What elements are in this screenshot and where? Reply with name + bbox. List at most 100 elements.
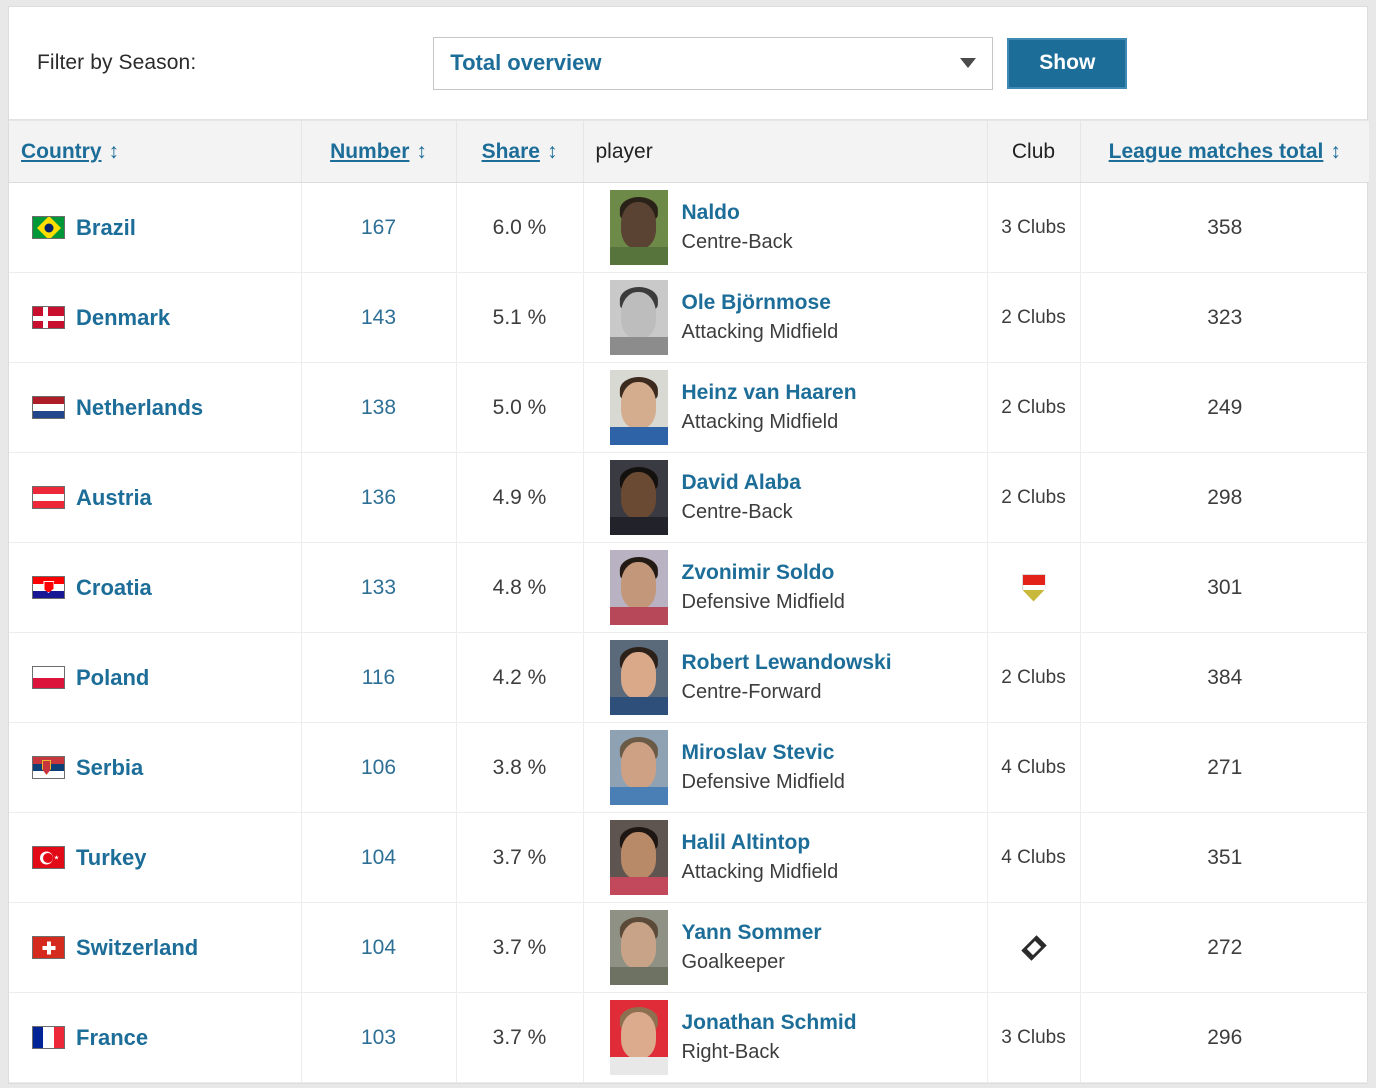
country-name-link[interactable]: Brazil bbox=[76, 215, 136, 241]
cell-number[interactable]: 116 bbox=[301, 633, 456, 723]
cell-country: Turkey bbox=[9, 813, 301, 903]
sort-updown-icon[interactable]: ↕ bbox=[547, 140, 558, 164]
table-row: Denmark 143 5.1 % Ole Björnmose Attackin… bbox=[9, 273, 1369, 363]
cell-number[interactable]: 138 bbox=[301, 363, 456, 453]
cell-share: 4.8 % bbox=[456, 543, 583, 633]
cell-share: 3.7 % bbox=[456, 903, 583, 993]
country-name-link[interactable]: Poland bbox=[76, 665, 149, 691]
column-header-matches[interactable]: League matches total ↕ bbox=[1080, 121, 1369, 183]
player-position-label: Attacking Midfield bbox=[682, 409, 857, 436]
column-header-player-label: player bbox=[596, 140, 653, 163]
column-header-country-label[interactable]: Country bbox=[21, 140, 102, 163]
photo-halil-altintop bbox=[610, 820, 668, 895]
player-name-link[interactable]: Halil Altintop bbox=[682, 829, 839, 857]
country-name-link[interactable]: Austria bbox=[76, 485, 152, 511]
cell-league-matches-total: 272 bbox=[1080, 903, 1369, 993]
column-header-matches-label[interactable]: League matches total bbox=[1109, 140, 1324, 163]
club-crest-cell[interactable] bbox=[1000, 903, 1068, 992]
column-header-club: Club bbox=[987, 121, 1080, 183]
player-name-link[interactable]: Heinz van Haaren bbox=[682, 379, 857, 407]
player-position-label: Attacking Midfield bbox=[682, 859, 839, 886]
filter-label: Filter by Season: bbox=[37, 51, 196, 75]
column-header-number[interactable]: Number ↕ bbox=[301, 121, 456, 183]
flag-turkey-icon bbox=[32, 846, 65, 869]
cell-number[interactable]: 103 bbox=[301, 993, 456, 1083]
table-row: Brazil 167 6.0 % Naldo Centre-Back 3 Clu… bbox=[9, 183, 1369, 273]
cell-club: 4 Clubs bbox=[987, 723, 1080, 813]
cell-number[interactable]: 167 bbox=[301, 183, 456, 273]
country-name-link[interactable]: Switzerland bbox=[76, 935, 198, 961]
cell-player: Jonathan Schmid Right-Back bbox=[583, 993, 987, 1083]
cell-player: Miroslav Stevic Defensive Midfield bbox=[583, 723, 987, 813]
player-name-link[interactable]: Ole Björnmose bbox=[682, 289, 839, 317]
borussia-moenchengladbach-crest-icon[interactable] bbox=[1021, 935, 1046, 960]
cell-number[interactable]: 136 bbox=[301, 453, 456, 543]
club-crest-cell[interactable] bbox=[1000, 543, 1068, 632]
country-name-link[interactable]: France bbox=[76, 1025, 148, 1051]
cell-country: Austria bbox=[9, 453, 301, 543]
player-name-link[interactable]: Zvonimir Soldo bbox=[682, 559, 845, 587]
country-name-link[interactable]: Croatia bbox=[76, 575, 152, 601]
cell-share: 3.8 % bbox=[456, 723, 583, 813]
filter-bar: Filter by Season: Total overview Show bbox=[9, 7, 1367, 120]
photo-zvonimir-soldo bbox=[610, 550, 668, 625]
club-count-label: 4 Clubs bbox=[1001, 757, 1065, 778]
player-position-label: Goalkeeper bbox=[682, 949, 822, 976]
cell-club: 2 Clubs bbox=[987, 453, 1080, 543]
cell-country: Netherlands bbox=[9, 363, 301, 453]
cell-share: 5.1 % bbox=[456, 273, 583, 363]
season-select[interactable]: Total overview bbox=[433, 37, 993, 90]
cell-country: Croatia bbox=[9, 543, 301, 633]
player-position-label: Centre-Forward bbox=[682, 679, 892, 706]
player-name-link[interactable]: Naldo bbox=[682, 199, 793, 227]
column-header-number-label[interactable]: Number bbox=[330, 140, 409, 163]
cell-number[interactable]: 143 bbox=[301, 273, 456, 363]
cell-player: David Alaba Centre-Back bbox=[583, 453, 987, 543]
player-name-link[interactable]: Robert Lewandowski bbox=[682, 649, 892, 677]
cell-share: 4.9 % bbox=[456, 453, 583, 543]
cell-country: Poland bbox=[9, 633, 301, 723]
vfb-stuttgart-crest-icon[interactable] bbox=[1022, 574, 1046, 602]
cell-player: Robert Lewandowski Centre-Forward bbox=[583, 633, 987, 723]
sort-updown-icon[interactable]: ↕ bbox=[416, 140, 427, 164]
player-name-link[interactable]: Jonathan Schmid bbox=[682, 1009, 857, 1037]
club-count-label: 2 Clubs bbox=[1001, 397, 1065, 418]
flag-france-icon bbox=[32, 1026, 65, 1049]
cell-club bbox=[987, 903, 1080, 993]
cell-share: 6.0 % bbox=[456, 183, 583, 273]
cell-number[interactable]: 106 bbox=[301, 723, 456, 813]
show-button[interactable]: Show bbox=[1007, 38, 1127, 89]
column-header-share-label[interactable]: Share bbox=[482, 140, 540, 163]
cell-league-matches-total: 296 bbox=[1080, 993, 1369, 1083]
player-name-link[interactable]: Yann Sommer bbox=[682, 919, 822, 947]
player-name-link[interactable]: Miroslav Stevic bbox=[682, 739, 845, 767]
flag-brazil-icon bbox=[32, 216, 65, 239]
stats-panel: Filter by Season: Total overview Show Co… bbox=[8, 6, 1368, 1084]
cell-league-matches-total: 351 bbox=[1080, 813, 1369, 903]
table-row: Croatia 133 4.8 % Zvonimir Soldo Defensi… bbox=[9, 543, 1369, 633]
club-count-label: 2 Clubs bbox=[1001, 487, 1065, 508]
column-header-country[interactable]: Country ↕ bbox=[9, 121, 301, 183]
photo-jonathan-schmid bbox=[610, 1000, 668, 1075]
cell-number[interactable]: 104 bbox=[301, 903, 456, 993]
cell-club: 4 Clubs bbox=[987, 813, 1080, 903]
cell-league-matches-total: 271 bbox=[1080, 723, 1369, 813]
sort-updown-icon[interactable]: ↕ bbox=[1330, 140, 1341, 164]
cell-share: 4.2 % bbox=[456, 633, 583, 723]
cell-number[interactable]: 133 bbox=[301, 543, 456, 633]
country-name-link[interactable]: Turkey bbox=[76, 845, 147, 871]
column-header-player: player bbox=[583, 121, 987, 183]
player-position-label: Centre-Back bbox=[682, 229, 793, 256]
country-name-link[interactable]: Denmark bbox=[76, 305, 170, 331]
column-header-share[interactable]: Share ↕ bbox=[456, 121, 583, 183]
player-position-label: Defensive Midfield bbox=[682, 769, 845, 796]
country-name-link[interactable]: Netherlands bbox=[76, 395, 203, 421]
cell-number[interactable]: 104 bbox=[301, 813, 456, 903]
photo-ole-bjornmose bbox=[610, 280, 668, 355]
sort-updown-icon[interactable]: ↕ bbox=[109, 140, 120, 164]
country-name-link[interactable]: Serbia bbox=[76, 755, 143, 781]
cell-club bbox=[987, 543, 1080, 633]
player-name-link[interactable]: David Alaba bbox=[682, 469, 801, 497]
photo-naldo bbox=[610, 190, 668, 265]
cell-league-matches-total: 323 bbox=[1080, 273, 1369, 363]
